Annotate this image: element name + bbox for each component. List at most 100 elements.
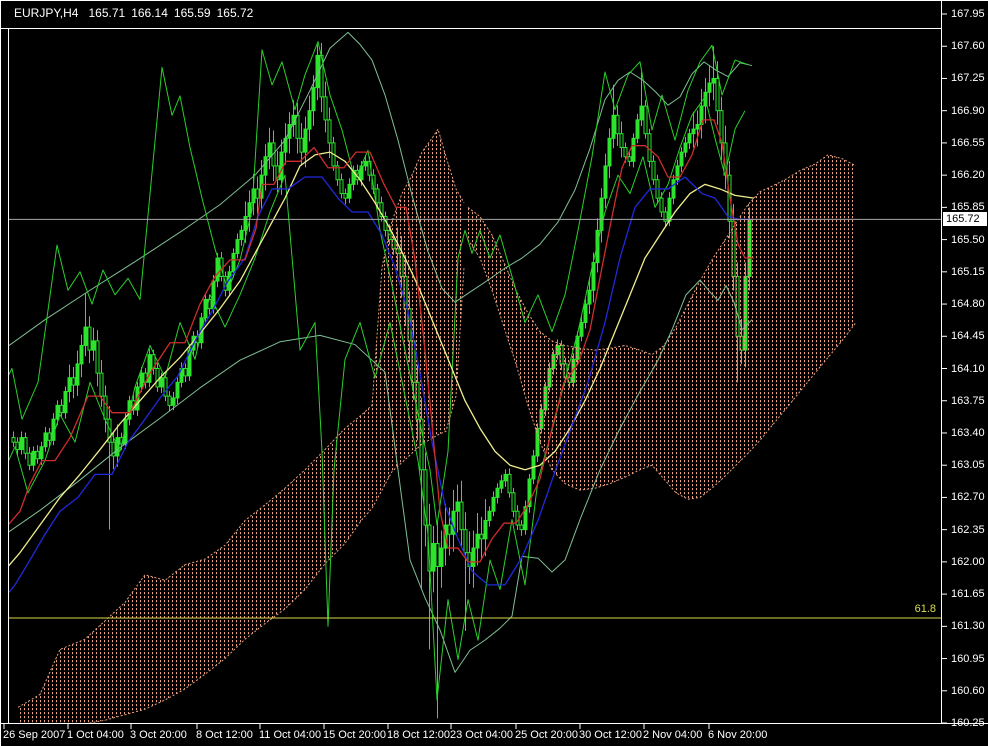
price-axis-label: 160.95: [951, 652, 985, 665]
price-axis-label: 162.70: [951, 491, 985, 504]
price-axis-label: 160.60: [951, 684, 985, 697]
candle: [375, 188, 380, 204]
candle: [459, 501, 464, 531]
candle: [651, 160, 656, 181]
candle: [67, 377, 72, 393]
candle: [83, 326, 88, 346]
candle: [103, 395, 108, 420]
candle: [255, 188, 260, 199]
time-axis-label: 23 Oct 04:00: [450, 729, 513, 741]
candle: [607, 137, 612, 167]
chart-high-value: 166.14: [131, 6, 168, 20]
chart-plot[interactable]: [0, 0, 988, 746]
time-axis-label: 1 Oct 04:00: [67, 729, 124, 741]
candle: [647, 133, 652, 162]
candle: [691, 128, 696, 135]
price-axis-label: 163.05: [951, 459, 985, 472]
candle: [631, 137, 636, 162]
time-axis-label: 11 Oct 04:00: [259, 729, 322, 741]
candle: [155, 368, 160, 388]
candle: [31, 450, 36, 466]
time-axis-label: 18 Oct 12:00: [387, 729, 450, 741]
candle: [463, 529, 468, 554]
candle: [139, 372, 144, 388]
candle: [471, 547, 476, 567]
candle: [99, 372, 104, 397]
candle: [603, 165, 608, 199]
candle: [475, 533, 480, 549]
candle: [39, 446, 44, 460]
candle: [347, 183, 352, 199]
candle: [147, 354, 152, 383]
price-axis-label: 167.60: [951, 40, 985, 53]
candle: [91, 340, 96, 351]
candle: [159, 377, 164, 388]
candle: [235, 239, 240, 254]
candle: [431, 542, 436, 572]
candle: [87, 326, 92, 351]
candle: [299, 137, 304, 153]
candle: [611, 114, 616, 139]
candle: [47, 432, 52, 441]
candle: [435, 542, 440, 567]
candle: [483, 519, 488, 540]
candle: [687, 133, 692, 144]
candle: [447, 524, 452, 535]
candle: [59, 404, 64, 414]
candle: [263, 156, 268, 176]
candle: [615, 114, 620, 135]
chart-title: EURJPY,H4 165.71 166.14 165.59 165.72: [14, 6, 259, 20]
candle: [71, 377, 76, 386]
candle: [683, 142, 688, 153]
candle: [519, 524, 524, 531]
candle: [231, 252, 236, 273]
candle: [639, 105, 644, 121]
time-axis-label: 6 Nov 20:00: [708, 729, 768, 741]
candle: [619, 133, 624, 149]
candle: [579, 321, 584, 337]
candle: [499, 480, 504, 489]
candle: [695, 123, 700, 130]
price-axis-label: 164.80: [951, 298, 985, 311]
price-axis-label: 163.40: [951, 426, 985, 439]
candle: [707, 82, 712, 93]
chart-symbol-period: EURJPY,H4: [14, 6, 79, 20]
candle: [175, 381, 180, 399]
candle: [303, 128, 308, 153]
price-axis-label: 162.00: [951, 555, 985, 568]
candle: [643, 105, 648, 135]
candle: [19, 437, 24, 451]
price-axis-label: 166.90: [951, 104, 985, 117]
chart-open-value: 165.71: [88, 6, 126, 20]
candle: [35, 450, 40, 460]
candle: [63, 391, 68, 414]
time-axis-label: 25 Oct 20:00: [515, 729, 578, 741]
candle: [95, 340, 100, 374]
candle: [311, 87, 316, 112]
candle: [675, 165, 680, 181]
candle: [455, 501, 460, 512]
candle: [511, 492, 516, 512]
price-axis-label: 167.25: [951, 72, 985, 85]
candle: [495, 487, 500, 498]
candle: [715, 77, 720, 112]
chart-window: EURJPY,H4 165.71 166.14 165.59 165.72 167.95…: [0, 0, 988, 746]
current-price-tag: 165.72: [943, 212, 987, 227]
candle: [659, 197, 664, 213]
price-axis-label: 165.50: [951, 233, 985, 246]
price-axis-label: 163.75: [951, 394, 985, 407]
time-axis-label: 15 Oct 20:00: [323, 729, 386, 741]
time-axis-label: 8 Oct 12:00: [196, 729, 253, 741]
candle: [507, 473, 512, 494]
price-axis-label: 160.25: [951, 717, 985, 730]
candle: [27, 452, 32, 466]
candle: [15, 441, 20, 451]
candle: [339, 179, 344, 195]
price-axis-label: 162.35: [951, 523, 985, 536]
candle: [439, 547, 444, 567]
chart-low-value: 165.59: [173, 6, 211, 20]
time-axis-label: 3 Oct 20:00: [130, 729, 187, 741]
price-axis-label: 166.55: [951, 136, 985, 149]
candle: [323, 96, 328, 121]
candle: [327, 119, 332, 144]
